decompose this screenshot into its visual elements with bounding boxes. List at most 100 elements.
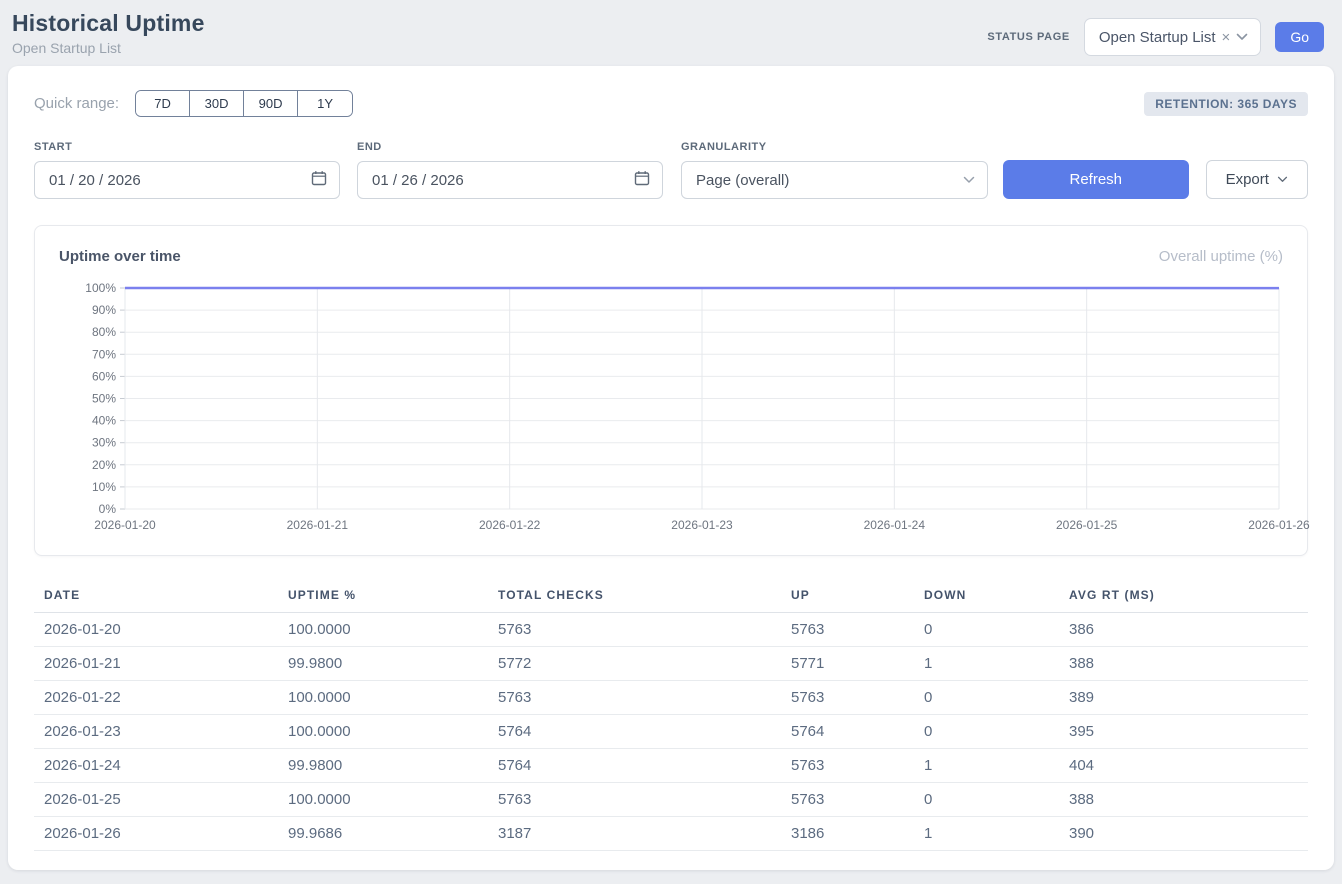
svg-text:70%: 70% bbox=[92, 347, 116, 361]
granularity-label: GRANULARITY bbox=[681, 141, 988, 153]
start-date-label: START bbox=[34, 141, 340, 153]
table-cell: 5763 bbox=[781, 681, 914, 715]
chart-header: Uptime over time Overall uptime (%) bbox=[59, 248, 1283, 265]
svg-text:80%: 80% bbox=[92, 325, 116, 339]
svg-text:2026-01-25: 2026-01-25 bbox=[1056, 518, 1118, 532]
table-cell: 404 bbox=[1059, 749, 1308, 783]
table-cell: 395 bbox=[1059, 715, 1308, 749]
table-cell: 0 bbox=[914, 681, 1059, 715]
table-cell: 2026-01-26 bbox=[34, 817, 278, 851]
svg-text:0%: 0% bbox=[99, 502, 117, 516]
uptime-table: DATE UPTIME % TOTAL CHECKS UP DOWN AVG R… bbox=[34, 588, 1308, 851]
refresh-button[interactable]: Refresh bbox=[1003, 160, 1189, 199]
granularity-value: Page (overall) bbox=[696, 172, 789, 189]
table-row: 2026-01-25100.0000576357630388 bbox=[34, 783, 1308, 817]
calendar-icon[interactable] bbox=[634, 170, 650, 190]
table-cell: 5764 bbox=[488, 749, 781, 783]
quick-range-7d[interactable]: 7D bbox=[136, 91, 190, 116]
table-cell: 5764 bbox=[781, 715, 914, 749]
svg-text:20%: 20% bbox=[92, 458, 116, 472]
table-cell: 2026-01-20 bbox=[34, 613, 278, 647]
granularity-select[interactable]: Page (overall) bbox=[681, 161, 988, 199]
chevron-down-icon bbox=[963, 176, 975, 184]
table-cell: 5763 bbox=[488, 783, 781, 817]
header-controls: STATUS PAGE Open Startup List × Go bbox=[987, 18, 1324, 56]
table-cell: 388 bbox=[1059, 647, 1308, 681]
quick-range-90d[interactable]: 90D bbox=[244, 91, 298, 116]
table-row: 2026-01-2699.9686318731861390 bbox=[34, 817, 1308, 851]
main-panel: Quick range: 7D 30D 90D 1Y RETENTION: 36… bbox=[8, 66, 1334, 870]
clear-icon[interactable]: × bbox=[1222, 29, 1231, 46]
chart-legend: Overall uptime (%) bbox=[1159, 248, 1283, 265]
table-cell: 5763 bbox=[488, 613, 781, 647]
granularity-field: GRANULARITY Page (overall) bbox=[681, 141, 988, 199]
chart-title: Uptime over time bbox=[59, 248, 181, 265]
retention-badge: RETENTION: 365 DAYS bbox=[1144, 92, 1308, 116]
table-cell: 2026-01-25 bbox=[34, 783, 278, 817]
table-cell: 5763 bbox=[781, 613, 914, 647]
status-page-label: STATUS PAGE bbox=[987, 31, 1069, 43]
table-cell: 100.0000 bbox=[278, 613, 488, 647]
svg-text:2026-01-24: 2026-01-24 bbox=[864, 518, 926, 532]
table-row: 2026-01-23100.0000576457640395 bbox=[34, 715, 1308, 749]
svg-text:50%: 50% bbox=[92, 392, 116, 406]
end-date-input[interactable]: 01 / 26 / 2026 bbox=[357, 161, 663, 199]
start-date-value: 01 / 20 / 2026 bbox=[49, 172, 141, 189]
table-cell: 1 bbox=[914, 647, 1059, 681]
end-date-field: END 01 / 26 / 2026 bbox=[357, 141, 663, 199]
svg-text:100%: 100% bbox=[85, 281, 116, 295]
table-cell: 99.9800 bbox=[278, 647, 488, 681]
table-cell: 1 bbox=[914, 817, 1059, 851]
table-cell: 5763 bbox=[781, 783, 914, 817]
table-cell: 100.0000 bbox=[278, 715, 488, 749]
column-header-uptime: UPTIME % bbox=[278, 588, 488, 613]
page-title: Historical Uptime bbox=[12, 10, 205, 37]
status-page-select[interactable]: Open Startup List × bbox=[1084, 18, 1262, 56]
svg-text:30%: 30% bbox=[92, 436, 116, 450]
filters-row: START 01 / 20 / 2026 END 01 / 26 / 2026 … bbox=[34, 141, 1308, 199]
column-header-date: DATE bbox=[34, 588, 278, 613]
column-header-down: DOWN bbox=[914, 588, 1059, 613]
svg-text:2026-01-20: 2026-01-20 bbox=[94, 518, 156, 532]
table-cell: 5771 bbox=[781, 647, 914, 681]
table-row: 2026-01-20100.0000576357630386 bbox=[34, 613, 1308, 647]
start-date-input[interactable]: 01 / 20 / 2026 bbox=[34, 161, 340, 199]
svg-text:2026-01-22: 2026-01-22 bbox=[479, 518, 541, 532]
svg-text:90%: 90% bbox=[92, 303, 116, 317]
column-header-up: UP bbox=[781, 588, 914, 613]
table-row: 2026-01-22100.0000576357630389 bbox=[34, 681, 1308, 715]
table-cell: 2026-01-23 bbox=[34, 715, 278, 749]
top-header: Historical Uptime Open Startup List STAT… bbox=[0, 0, 1342, 56]
chevron-down-icon bbox=[1236, 33, 1248, 41]
svg-text:60%: 60% bbox=[92, 369, 116, 383]
table-cell: 5763 bbox=[488, 681, 781, 715]
table-cell: 99.9800 bbox=[278, 749, 488, 783]
title-block: Historical Uptime Open Startup List bbox=[12, 10, 205, 56]
uptime-line-chart: 0%10%20%30%40%50%60%70%80%90%100%2026-01… bbox=[59, 279, 1283, 541]
quick-range-group: 7D 30D 90D 1Y bbox=[135, 90, 353, 117]
table-row: 2026-01-2499.9800576457631404 bbox=[34, 749, 1308, 783]
svg-text:2026-01-21: 2026-01-21 bbox=[287, 518, 349, 532]
table-cell: 0 bbox=[914, 613, 1059, 647]
table-cell: 388 bbox=[1059, 783, 1308, 817]
table-cell: 5763 bbox=[781, 749, 914, 783]
table-cell: 2026-01-24 bbox=[34, 749, 278, 783]
quick-range-30d[interactable]: 30D bbox=[190, 91, 244, 116]
table-cell: 390 bbox=[1059, 817, 1308, 851]
column-header-avg-rt: AVG RT (MS) bbox=[1059, 588, 1308, 613]
table-cell: 99.9686 bbox=[278, 817, 488, 851]
svg-text:2026-01-26: 2026-01-26 bbox=[1248, 518, 1310, 532]
column-header-total-checks: TOTAL CHECKS bbox=[488, 588, 781, 613]
quick-range-row: Quick range: 7D 30D 90D 1Y RETENTION: 36… bbox=[34, 90, 1308, 117]
chevron-down-icon bbox=[1277, 176, 1288, 183]
page-subtitle: Open Startup List bbox=[12, 40, 205, 56]
svg-text:40%: 40% bbox=[92, 414, 116, 428]
table-cell: 3186 bbox=[781, 817, 914, 851]
table-row: 2026-01-2199.9800577257711388 bbox=[34, 647, 1308, 681]
quick-range-1y[interactable]: 1Y bbox=[298, 91, 352, 116]
table-cell: 0 bbox=[914, 715, 1059, 749]
export-button[interactable]: Export bbox=[1206, 160, 1308, 199]
table-cell: 2026-01-22 bbox=[34, 681, 278, 715]
calendar-icon[interactable] bbox=[311, 170, 327, 190]
go-button[interactable]: Go bbox=[1275, 22, 1324, 52]
